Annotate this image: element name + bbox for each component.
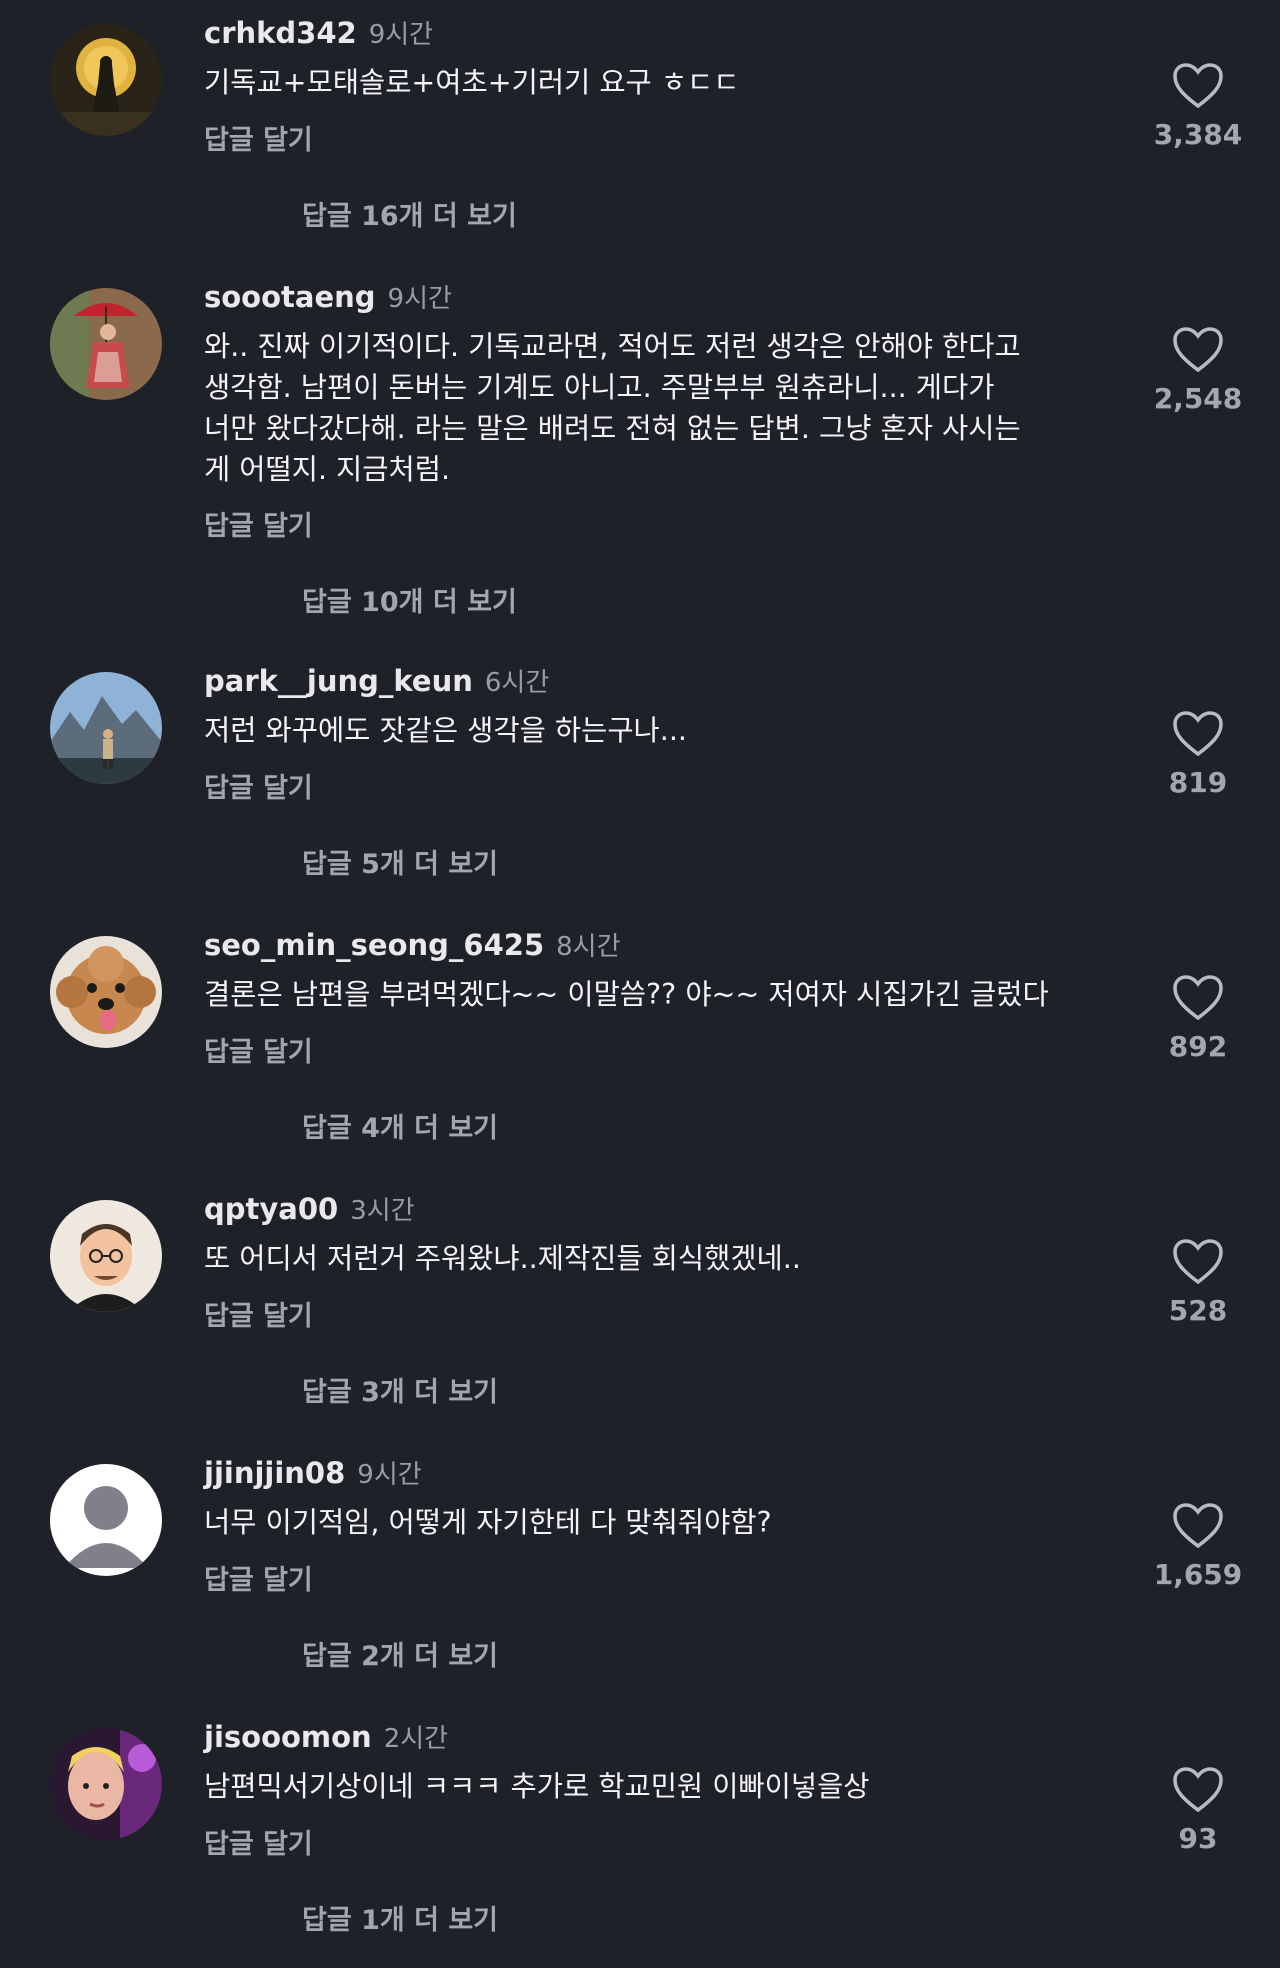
- comment-meta: jjinjjin08 9시간: [204, 1454, 422, 1490]
- reply-button[interactable]: 답글 달기: [204, 504, 313, 543]
- mountain-person-avatar[interactable]: [50, 672, 162, 784]
- comment-time: 3시간: [350, 1196, 415, 1226]
- purple-light-person-avatar[interactable]: [50, 1728, 162, 1840]
- reply-button[interactable]: 답글 달기: [204, 1030, 313, 1069]
- username[interactable]: seo_min_seong_6425: [204, 928, 544, 962]
- comment-time: 8시간: [556, 932, 621, 962]
- view-replies-button[interactable]: 답글 2개 더 보기: [302, 1634, 498, 1673]
- poodle-dog-avatar[interactable]: [50, 936, 162, 1048]
- comment-time: 6시간: [484, 668, 550, 698]
- default-user-avatar[interactable]: [50, 1464, 162, 1576]
- comment-meta: jisooomon 2시간: [204, 1718, 448, 1754]
- heart-icon: [1173, 327, 1223, 373]
- like-button[interactable]: 93: [1148, 1766, 1248, 1855]
- comment-text: 와.. 진짜 이기적이다. 기독교라면, 적어도 저런 생각은 안해야 한다고 …: [204, 330, 1021, 486]
- comment-meta: park__jung_keun 6시간: [204, 662, 549, 698]
- view-replies-button[interactable]: 답글 10개 더 보기: [302, 580, 517, 619]
- view-replies-button[interactable]: 답글 4개 더 보기: [302, 1106, 498, 1145]
- username[interactable]: soootaeng: [204, 280, 376, 314]
- comment-text: 또 어디서 저런거 주워왔냐..제작진들 회식했겠네..: [204, 1242, 801, 1275]
- comment-meta: seo_min_seong_6425 8시간: [204, 926, 621, 962]
- comment-text: 저런 와꾸에도 잣같은 생각을 하는구나...: [204, 714, 687, 747]
- username[interactable]: qptya00: [204, 1192, 338, 1226]
- comment-text: 기독교+모태솔로+여초+기러기 요구 ㅎㄷㄷ: [204, 66, 740, 99]
- like-count: 819: [1168, 766, 1228, 799]
- heart-icon: [1173, 1239, 1223, 1285]
- like-button[interactable]: 528: [1148, 1238, 1248, 1327]
- comment-item: jjinjjin08 9시간 너무 이기적임, 어떻게 자기한테 다 맞춰줘야함…: [0, 1440, 1280, 1704]
- comment-meta: qptya00 3시간: [204, 1190, 415, 1226]
- like-button[interactable]: 819: [1148, 710, 1248, 799]
- comment-text: 너무 이기적임, 어떻게 자기한테 다 맞춰줘야함?: [204, 1506, 772, 1539]
- comment-item: park__jung_keun 6시간 저런 와꾸에도 잣같은 생각을 하는구나…: [0, 648, 1280, 912]
- like-count: 892: [1168, 1030, 1228, 1063]
- reply-button[interactable]: 답글 달기: [204, 1294, 313, 1333]
- heart-icon: [1173, 1503, 1223, 1549]
- comment-time: 9시간: [368, 20, 434, 50]
- like-button[interactable]: 1,659: [1148, 1502, 1248, 1591]
- comment-time: 9시간: [357, 1460, 422, 1490]
- comment-meta: crhkd342 9시간: [204, 14, 433, 50]
- like-button[interactable]: 3,384: [1148, 62, 1248, 151]
- like-count: 1,659: [1153, 1558, 1243, 1591]
- view-replies-button[interactable]: 답글 5개 더 보기: [302, 842, 498, 881]
- reply-button[interactable]: 답글 달기: [204, 118, 313, 157]
- comment-item: crhkd342 9시간 기독교+모태솔로+여초+기러기 요구 ㅎㄷㄷ 답글 달…: [0, 0, 1280, 264]
- like-count: 528: [1168, 1294, 1228, 1327]
- like-count: 3,384: [1153, 118, 1243, 151]
- comment-item: qptya00 3시간 또 어디서 저런거 주워왔냐..제작진들 회식했겠네..…: [0, 1176, 1280, 1440]
- comment-time: 2시간: [383, 1724, 449, 1754]
- like-count: 93: [1178, 1822, 1218, 1855]
- view-replies-button[interactable]: 답글 16개 더 보기: [302, 194, 517, 233]
- heart-icon: [1173, 711, 1223, 757]
- comment-text: 남편믹서기상이네 ㅋㅋㅋ 추가로 학교민원 이빠이넣을상: [204, 1770, 870, 1803]
- comment-item: seo_min_seong_6425 8시간 결론은 남편을 부려먹겠다~~ 이…: [0, 912, 1280, 1176]
- reply-button[interactable]: 답글 달기: [204, 1558, 313, 1597]
- view-replies-button[interactable]: 답글 1개 더 보기: [302, 1898, 498, 1937]
- like-button[interactable]: 2,548: [1148, 326, 1248, 415]
- comment-item: jisooomon 2시간 남편믹서기상이네 ㅋㅋㅋ 추가로 학교민원 이빠이넣…: [0, 1704, 1280, 1968]
- view-replies-button[interactable]: 답글 3개 더 보기: [302, 1370, 498, 1409]
- moon-silhouette-avatar[interactable]: [50, 24, 162, 136]
- comment-time: 9시간: [387, 284, 452, 314]
- like-button[interactable]: 892: [1148, 974, 1248, 1063]
- reply-button[interactable]: 답글 달기: [204, 1822, 313, 1861]
- woman-umbrella-avatar[interactable]: [50, 288, 162, 400]
- like-count: 2,548: [1153, 382, 1243, 415]
- comment-item: soootaeng 9시간 와.. 진짜 이기적이다. 기독교라면, 적어도 저…: [0, 264, 1280, 618]
- comment-list: crhkd342 9시간 기독교+모태솔로+여초+기러기 요구 ㅎㄷㄷ 답글 달…: [0, 0, 1280, 1967]
- heart-icon: [1173, 975, 1223, 1021]
- username[interactable]: park__jung_keun: [204, 664, 473, 698]
- username[interactable]: jisooomon: [204, 1720, 372, 1754]
- comment-meta: soootaeng 9시간: [204, 278, 452, 314]
- reply-button[interactable]: 답글 달기: [204, 766, 313, 805]
- cartoon-man-avatar[interactable]: [50, 1200, 162, 1312]
- comment-text: 결론은 남편을 부려먹겠다~~ 이말씀?? 야~~ 저여자 시집가긴 글렀다: [204, 978, 1049, 1011]
- username[interactable]: crhkd342: [204, 16, 357, 50]
- heart-icon: [1173, 1767, 1223, 1813]
- heart-icon: [1173, 63, 1223, 109]
- username[interactable]: jjinjjin08: [204, 1456, 345, 1490]
